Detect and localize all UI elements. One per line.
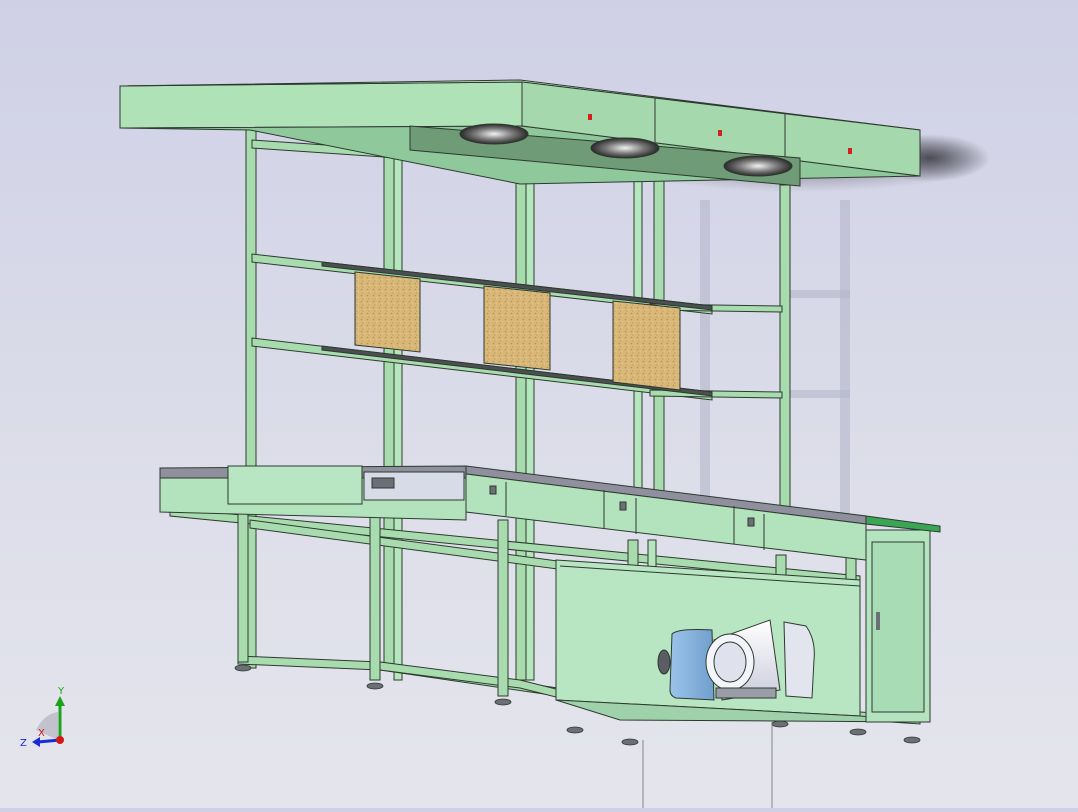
workstation-model <box>119 79 990 808</box>
motor-assembly <box>657 619 815 701</box>
z-axis-label: Z <box>20 738 27 749</box>
hanging-lines <box>642 720 773 808</box>
x-axis-label: X <box>38 728 45 739</box>
view-orientation-triad[interactable]: Y X Z <box>14 684 80 754</box>
cad-viewport[interactable]: Y X Z <box>0 0 1078 808</box>
y-axis-label: Y <box>57 686 65 697</box>
